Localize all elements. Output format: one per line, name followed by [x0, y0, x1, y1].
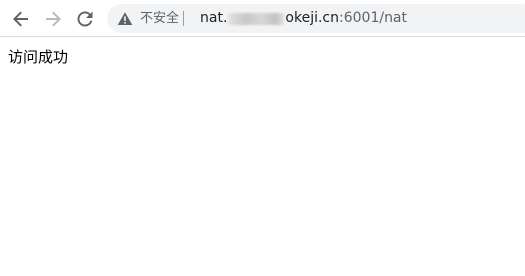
url-domain-end: okeji.cn: [285, 10, 339, 26]
security-status-label[interactable]: 不安全: [140, 10, 179, 27]
page-message: 访问成功: [8, 48, 69, 66]
reload-icon: [77, 11, 93, 27]
forward-button[interactable]: [40, 6, 66, 32]
browser-toolbar: 不安全 nat. okeji.cn :6001/nat: [0, 0, 525, 37]
warning-triangle-icon[interactable]: [117, 11, 133, 27]
arrow-left-icon: [13, 11, 28, 27]
back-button[interactable]: [8, 6, 34, 32]
url-port-path: :6001/nat: [339, 10, 408, 26]
arrow-right-icon: [46, 11, 61, 27]
address-bar[interactable]: 不安全 nat. okeji.cn :6001/nat: [107, 4, 525, 33]
redacted-domain-blur: [228, 12, 285, 25]
omnibox-divider: [183, 11, 184, 26]
reload-button[interactable]: [72, 6, 98, 32]
url-text[interactable]: nat. okeji.cn :6001/nat: [200, 9, 407, 28]
url-domain-start: nat.: [200, 10, 228, 26]
